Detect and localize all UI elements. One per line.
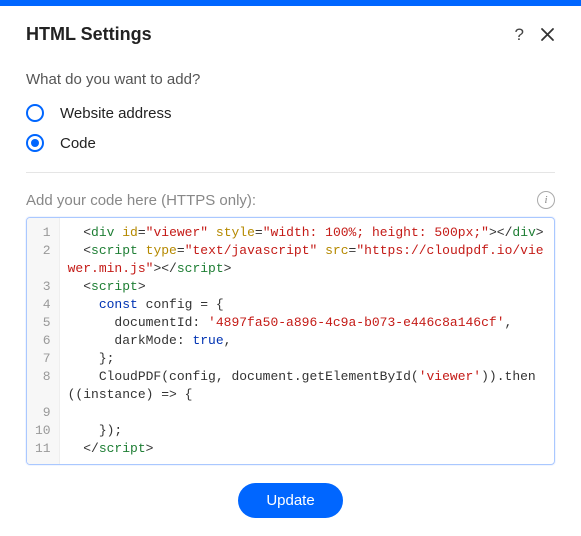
modal-footer: Update xyxy=(26,483,555,518)
line-number: 3 xyxy=(33,278,53,296)
radio-unchecked-icon xyxy=(26,104,44,122)
radio-checked-icon xyxy=(26,134,44,152)
radio-label: Code xyxy=(60,135,96,152)
code-label-row: Add your code here (HTTPS only): i xyxy=(26,191,555,209)
radio-code[interactable]: Code xyxy=(26,134,555,152)
help-button[interactable]: ? xyxy=(515,25,524,45)
code-editor[interactable]: 1 2 3 4 5 6 7 8 9 10 11 <div id="viewer"… xyxy=(26,217,555,465)
info-icon[interactable]: i xyxy=(537,191,555,209)
code-content[interactable]: <div id="viewer" style="width: 100%; hei… xyxy=(60,218,554,464)
radio-website-address[interactable]: Website address xyxy=(26,104,555,122)
help-icon: ? xyxy=(515,25,524,45)
line-number: 1 xyxy=(33,224,53,242)
modal-title: HTML Settings xyxy=(26,24,152,45)
prompt-text: What do you want to add? xyxy=(26,71,555,88)
line-number: 11 xyxy=(33,440,53,458)
line-number: 6 xyxy=(33,332,53,350)
update-button[interactable]: Update xyxy=(238,483,342,518)
html-settings-modal: HTML Settings ? What do you want to add?… xyxy=(0,6,581,536)
radio-label: Website address xyxy=(60,105,171,122)
section-divider xyxy=(26,172,555,173)
close-icon xyxy=(540,27,555,42)
modal-header: HTML Settings ? xyxy=(26,24,555,45)
code-input-label: Add your code here (HTTPS only): xyxy=(26,192,256,209)
line-number: 2 xyxy=(33,242,53,260)
line-number: 10 xyxy=(33,422,53,440)
line-number: 9 xyxy=(33,404,53,422)
header-actions: ? xyxy=(515,25,555,45)
line-number-gutter: 1 2 3 4 5 6 7 8 9 10 11 xyxy=(27,218,60,464)
line-number: 4 xyxy=(33,296,53,314)
line-number: 5 xyxy=(33,314,53,332)
line-number: 8 xyxy=(33,368,53,386)
line-number: 7 xyxy=(33,350,53,368)
close-button[interactable] xyxy=(540,27,555,42)
add-type-radio-group: Website address Code xyxy=(26,104,555,152)
